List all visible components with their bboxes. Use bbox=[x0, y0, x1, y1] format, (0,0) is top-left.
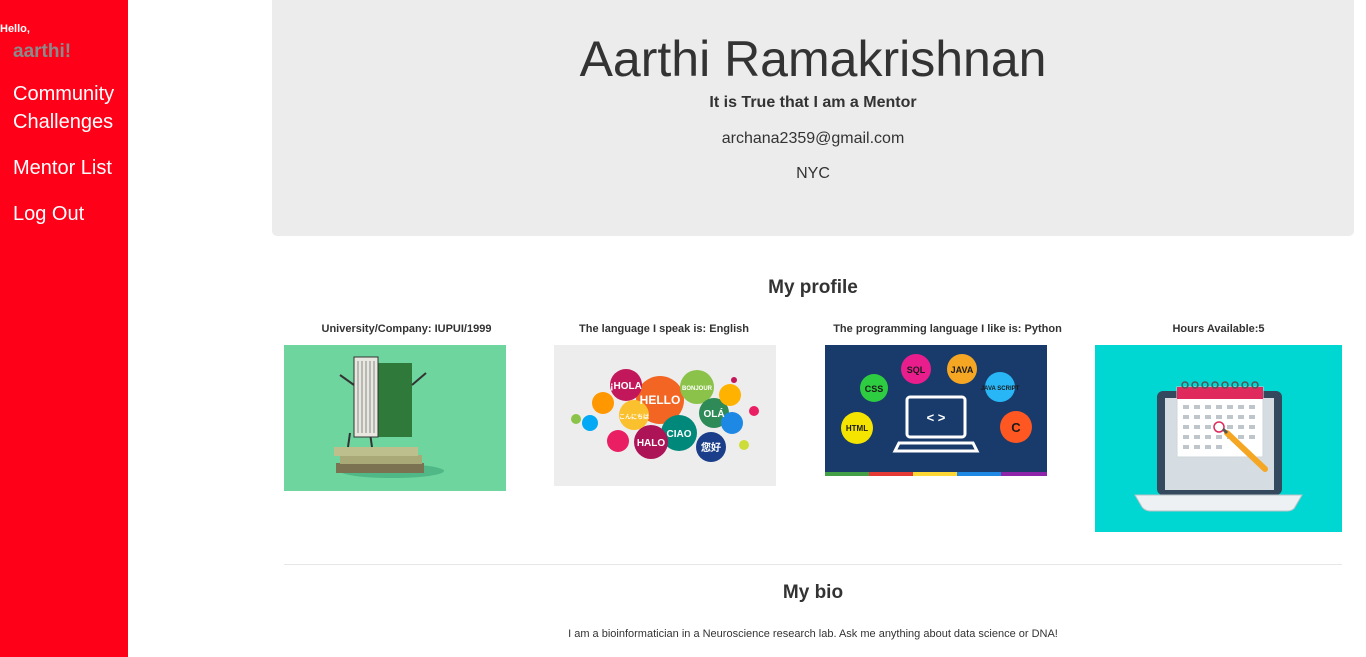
language-bubble-text: HTML bbox=[846, 424, 868, 433]
code-brackets-icon: < > bbox=[927, 410, 946, 425]
nav-community-challenges[interactable]: Community Challenges bbox=[13, 80, 125, 136]
greeting-text: Hello, bbox=[0, 23, 30, 35]
calendar-laptop-illustration bbox=[1095, 345, 1342, 532]
bubble-word: 您好 bbox=[701, 441, 721, 454]
university-label: University/Company: IUPUI/1999 bbox=[321, 323, 492, 335]
programming-languages-illustration: CSS SQL JAVA JAVA SCRIPT HTML C < > bbox=[825, 345, 1047, 476]
hours-available-label: Hours Available:5 bbox=[1172, 323, 1265, 335]
language-bubble-text: JAVA bbox=[951, 365, 974, 375]
nav-log-out[interactable]: Log Out bbox=[13, 200, 84, 228]
bubble-word: BONJOUR bbox=[682, 386, 713, 392]
language-bubble-text: SQL bbox=[907, 365, 926, 375]
bubble-word: HALO bbox=[637, 438, 666, 449]
my-profile-title: My profile bbox=[768, 277, 858, 298]
language-bubble-text: C bbox=[1011, 420, 1021, 435]
sidebar: Hello, aarthi! Community Challenges Ment… bbox=[0, 0, 128, 657]
profile-city: NYC bbox=[796, 165, 830, 182]
language-label: The language I speak is: English bbox=[579, 323, 749, 335]
section-divider bbox=[284, 564, 1342, 565]
programming-language-label: The programming language I like is: Pyth… bbox=[833, 323, 1062, 335]
profile-header: Aarthi Ramakrishnan It is True that I am… bbox=[272, 0, 1354, 236]
bubble-word: こんにちは bbox=[619, 413, 649, 421]
mentor-status: It is True that I am a Mentor bbox=[709, 94, 917, 111]
language-bubble-text: CSS bbox=[865, 384, 884, 394]
bio-text: I am a bioinformatician in a Neuroscienc… bbox=[568, 628, 1058, 640]
language-bubble-text: JAVA SCRIPT bbox=[981, 386, 1020, 392]
bubble-word: CIAO bbox=[667, 429, 692, 440]
nav-mentor-list[interactable]: Mentor List bbox=[13, 154, 112, 182]
my-bio-title: My bio bbox=[782, 582, 844, 603]
bubble-word: OLÁ bbox=[703, 407, 724, 420]
profile-email: archana2359@gmail.com bbox=[721, 130, 905, 147]
bubble-word: HELLO bbox=[640, 393, 681, 407]
bubble-word: ¡HOLA bbox=[610, 381, 642, 392]
profile-name: Aarthi Ramakrishnan bbox=[579, 31, 1047, 87]
language-bubbles-illustration: ¡HOLA HELLO BONJOUR OLÁ CIAO HALO 您好 こんに… bbox=[554, 345, 776, 486]
username: aarthi! bbox=[13, 41, 72, 62]
book-illustration bbox=[284, 345, 506, 491]
